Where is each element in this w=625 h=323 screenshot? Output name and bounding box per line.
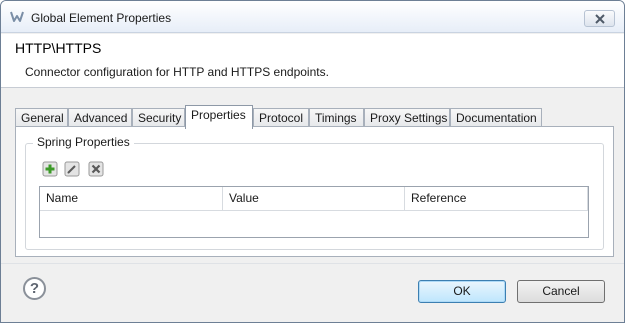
edit-icon	[64, 161, 80, 177]
table-header: Name Value Reference	[40, 187, 588, 211]
dialog-header: HTTP\HTTPS Connector configuration for H…	[1, 34, 624, 88]
tab-bar: General Advanced Security Properties Pro…	[15, 105, 615, 129]
spring-properties-table[interactable]: Name Value Reference	[39, 186, 589, 238]
add-icon	[42, 161, 58, 177]
page-description: Connector configuration for HTTP and HTT…	[25, 65, 329, 79]
window-title: Global Element Properties	[31, 11, 172, 25]
delete-property-button[interactable]	[88, 161, 104, 177]
properties-panel: Spring Properties Name Value Reference	[15, 126, 614, 257]
column-header-value[interactable]: Value	[223, 187, 405, 210]
cancel-button[interactable]: Cancel	[517, 280, 605, 303]
add-property-button[interactable]	[42, 161, 58, 177]
global-element-properties-dialog: Global Element Properties HTTP\HTTPS Con…	[0, 0, 625, 323]
delete-icon	[88, 161, 104, 177]
tab-properties[interactable]: Properties	[185, 105, 253, 129]
spring-properties-label: Spring Properties	[33, 135, 134, 149]
footer-divider	[1, 263, 624, 264]
column-header-name[interactable]: Name	[40, 187, 223, 210]
mule-app-icon	[10, 11, 24, 22]
edit-property-button[interactable]	[64, 161, 80, 177]
column-header-reference[interactable]: Reference	[405, 187, 588, 210]
page-title: HTTP\HTTPS	[15, 40, 102, 56]
help-icon[interactable]: ?	[23, 277, 46, 300]
close-button[interactable]	[584, 10, 615, 27]
close-icon	[595, 14, 605, 24]
ok-button[interactable]: OK	[418, 280, 506, 303]
spring-properties-group: Spring Properties Name Value Reference	[25, 135, 604, 250]
title-bar[interactable]: Global Element Properties	[1, 1, 624, 33]
